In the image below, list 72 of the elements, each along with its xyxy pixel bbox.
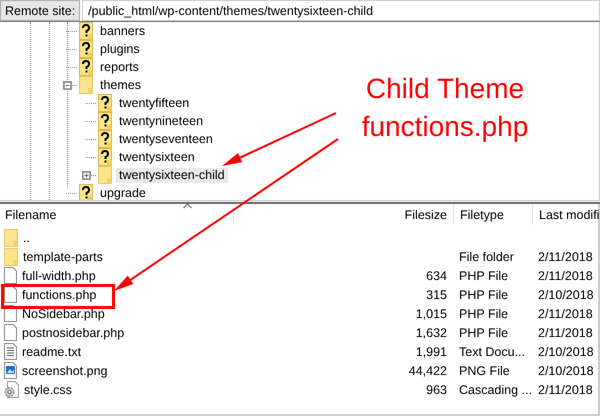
unknown-folder-icon (98, 130, 112, 148)
tree-item[interactable]: upgrade (97, 186, 149, 200)
tree-item[interactable]: twentysixteen-child (116, 168, 228, 182)
folder-icon (4, 248, 18, 266)
file-modified: 2/11/2018 (538, 268, 593, 282)
file-modified: 2/10/2018 (538, 364, 594, 378)
column-header[interactable]: Filesize (233, 204, 453, 225)
column-header[interactable]: Last modifi (532, 204, 600, 225)
tree-item[interactable]: twentyseventeen (116, 132, 216, 146)
file-size: 315 (426, 288, 447, 302)
tree-item[interactable]: plugins (97, 42, 143, 56)
unknown-folder-icon (79, 58, 93, 76)
file-modified: 2/10/2018 (538, 288, 594, 302)
file-size: 1,991 (416, 344, 447, 358)
file-modified: 2/10/2018 (538, 344, 594, 358)
folder-icon (79, 76, 93, 94)
folder-icon (4, 228, 18, 246)
annotation-text: functions.php (362, 110, 528, 144)
file-type: PHP File (459, 306, 508, 320)
file-name[interactable]: style.css (24, 382, 72, 396)
file-size: 634 (426, 268, 447, 282)
unknown-folder-icon (79, 40, 93, 58)
file-modified: 2/11/2018 (538, 382, 593, 396)
file-icon (4, 267, 17, 284)
file-name[interactable]: functions.php (22, 288, 96, 302)
file-type: Cascading ... (459, 382, 532, 396)
file-type: PHP File (459, 268, 508, 282)
file-name[interactable]: NoSidebar.php (22, 306, 105, 320)
tree-item[interactable]: banners (97, 24, 148, 38)
file-type: PHP File (459, 288, 508, 302)
file-modified: 2/11/2018 (538, 326, 593, 340)
column-header[interactable]: Filetype (453, 204, 532, 225)
file-type: Text Docu... (459, 344, 525, 358)
pane-splitter[interactable] (0, 200, 600, 204)
gear-file-icon (4, 381, 19, 398)
file-type: PHP File (459, 326, 508, 340)
file-name[interactable]: readme.txt (22, 344, 82, 358)
file-name[interactable]: postnosidebar.php (22, 326, 124, 340)
tree-item[interactable]: themes (97, 78, 144, 92)
file-type: PNG File (459, 364, 510, 378)
text-file-icon (4, 343, 17, 360)
unknown-folder-icon (79, 184, 93, 200)
file-size: 44,422 (408, 364, 447, 378)
file-size: 1,015 (416, 306, 447, 320)
expand-toggle-icon[interactable] (82, 170, 90, 180)
file-type: File folder (459, 250, 514, 264)
unknown-folder-icon (98, 112, 112, 130)
file-name[interactable]: full-width.php (22, 268, 96, 282)
unknown-folder-icon (98, 94, 112, 112)
file-icon (4, 324, 17, 341)
annotation-text: Child Theme (366, 72, 524, 106)
collapse-toggle-icon[interactable] (62, 80, 72, 90)
file-icon (4, 286, 17, 303)
file-modified: 2/11/2018 (538, 306, 593, 320)
tree-item[interactable]: twentynineteen (116, 114, 206, 128)
remote-site-label: Remote site: (0, 0, 80, 21)
image-file-icon (4, 362, 17, 379)
tree-item[interactable]: twentysixteen (116, 150, 198, 164)
unknown-folder-icon (98, 148, 112, 166)
file-name[interactable]: .. (23, 230, 30, 244)
unknown-folder-icon (79, 22, 93, 40)
file-name[interactable]: screenshot.png (22, 364, 108, 378)
remote-path-field[interactable]: /public_html/wp-content/themes/twentysixteen-child (82, 0, 600, 21)
column-header[interactable]: Filename (0, 204, 233, 225)
folder-icon (98, 166, 112, 184)
tree-item[interactable]: twentyfifteen (116, 96, 192, 110)
tree-item[interactable]: reports (97, 60, 142, 74)
file-name[interactable]: template-parts (23, 250, 103, 264)
file-modified: 2/11/2018 (538, 250, 593, 264)
file-size: 1,632 (416, 326, 447, 340)
file-size: 963 (426, 382, 447, 396)
sort-caret-icon (183, 203, 192, 209)
